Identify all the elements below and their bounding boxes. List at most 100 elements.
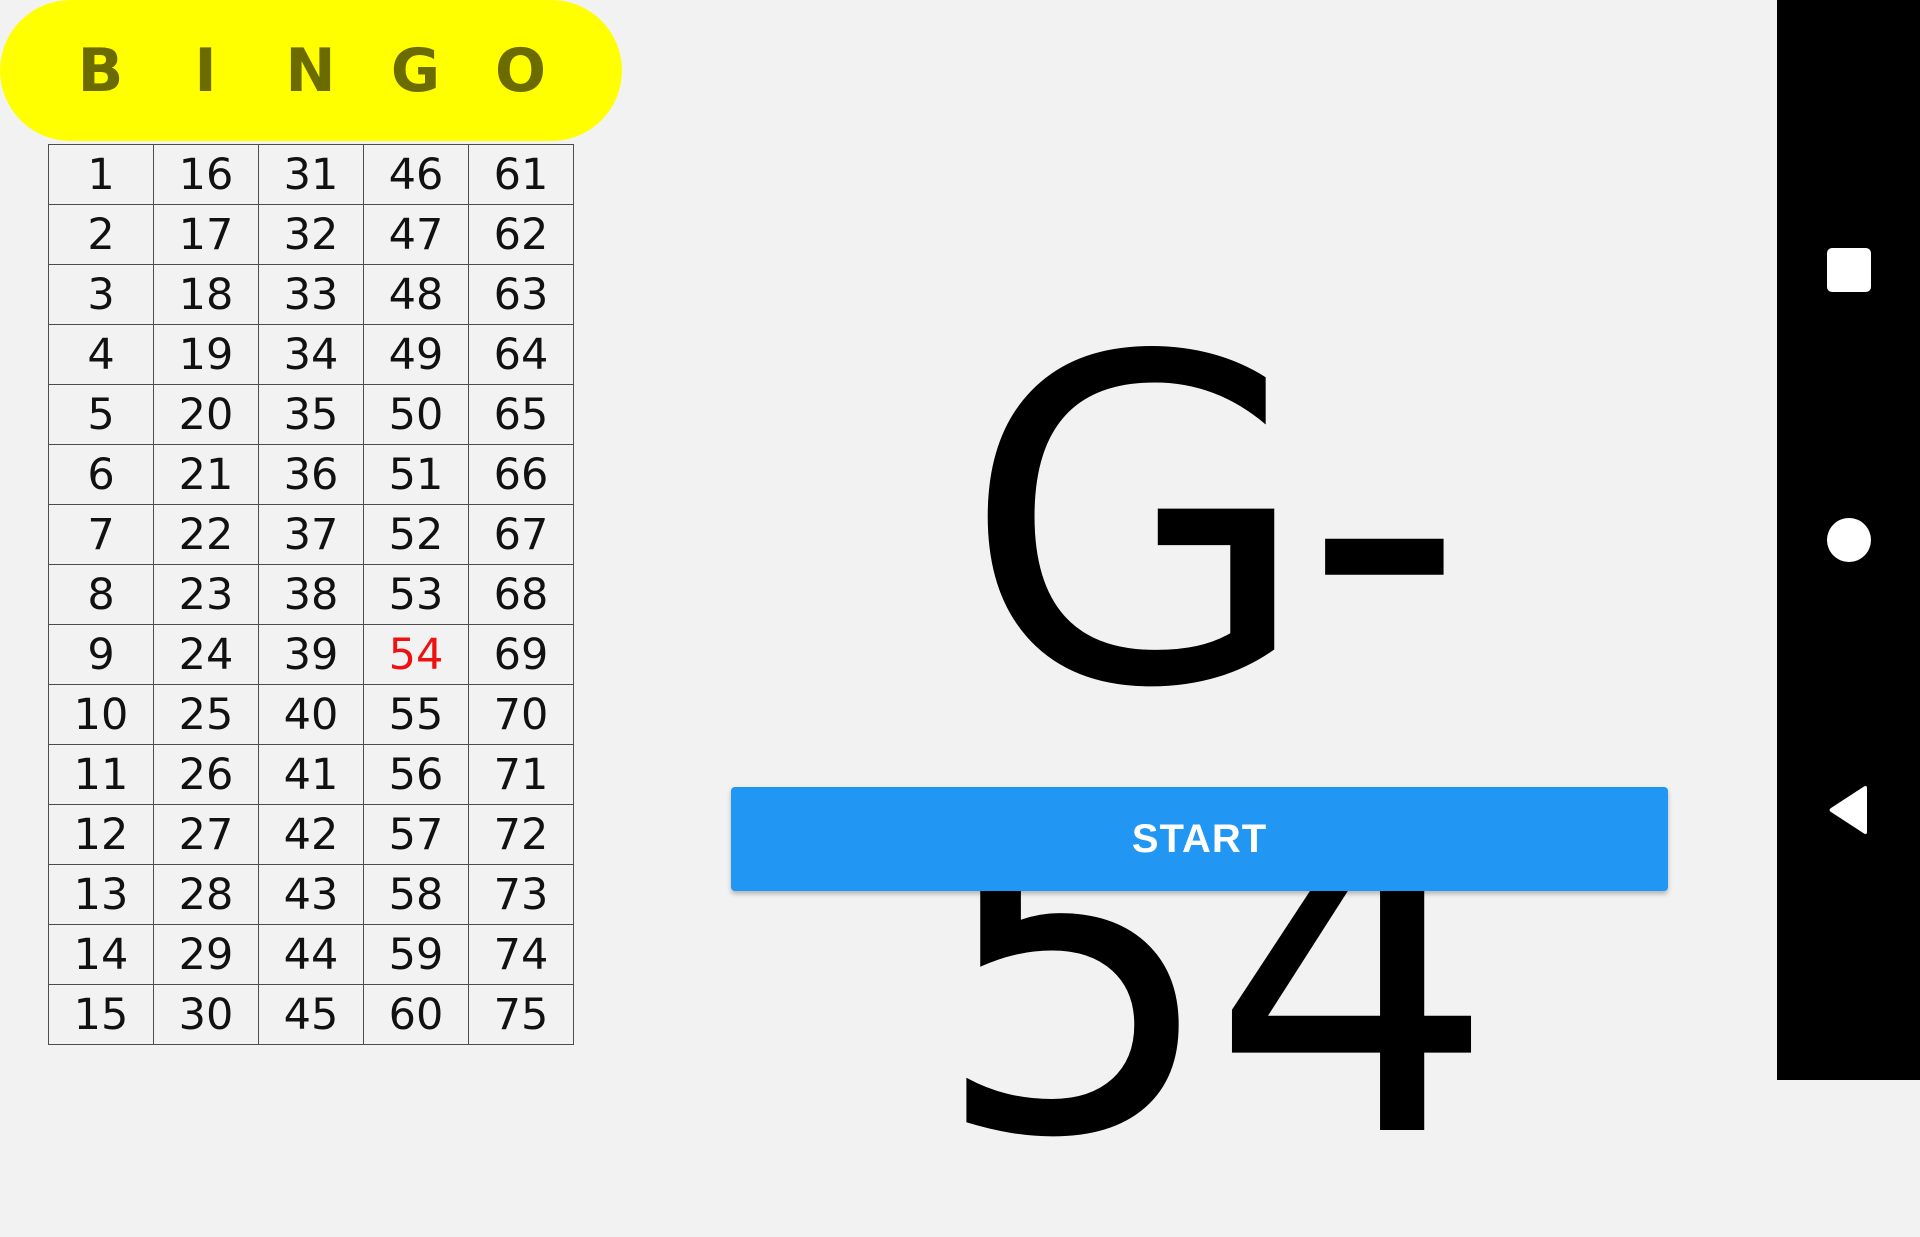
board-cell: 63 bbox=[468, 264, 574, 325]
board-cell: 24 bbox=[153, 624, 259, 685]
board-row: 3 18 33 48 63 bbox=[48, 264, 574, 325]
board-cell: 38 bbox=[258, 564, 364, 625]
board-cell: 19 bbox=[153, 324, 259, 385]
bingo-board: 1 16 31 46 61 2 17 32 47 62 3 18 33 48 63 4 19 34 49 64 5 20 3… bbox=[48, 144, 574, 1045]
board-row: 10 25 40 55 70 bbox=[48, 684, 574, 745]
board-cell: 46 bbox=[363, 144, 469, 205]
board-cell: 61 bbox=[468, 144, 574, 205]
board-cell: 42 bbox=[258, 804, 364, 865]
board-row: 12 27 42 57 72 bbox=[48, 804, 574, 865]
header-letter-n: N bbox=[285, 35, 336, 106]
board-row: 2 17 32 47 62 bbox=[48, 204, 574, 265]
home-circle-icon bbox=[1826, 518, 1871, 562]
board-cell: 72 bbox=[468, 804, 574, 865]
board-cell: 45 bbox=[258, 984, 364, 1045]
board-row: 1 16 31 46 61 bbox=[48, 144, 574, 205]
header-letter-i: I bbox=[194, 35, 217, 106]
board-row: 11 26 41 56 71 bbox=[48, 744, 574, 805]
board-cell: 55 bbox=[363, 684, 469, 745]
board-cell: 16 bbox=[153, 144, 259, 205]
board-cell: 30 bbox=[153, 984, 259, 1045]
board-cell: 21 bbox=[153, 444, 259, 505]
board-cell: 14 bbox=[48, 924, 154, 985]
header-letter-o: O bbox=[494, 35, 546, 106]
board-cell: 6 bbox=[48, 444, 154, 505]
board-cell: 23 bbox=[153, 564, 259, 625]
board-row: 13 28 43 58 73 bbox=[48, 864, 574, 925]
current-call-display: G-54 bbox=[931, 263, 1497, 1237]
board-cell: 69 bbox=[468, 624, 574, 685]
board-cell: 26 bbox=[153, 744, 259, 805]
board-row: 5 20 35 50 65 bbox=[48, 384, 574, 445]
header-letter-g: G bbox=[390, 35, 441, 106]
board-cell: 43 bbox=[258, 864, 364, 925]
board-cell: 49 bbox=[363, 324, 469, 385]
board-cell: 36 bbox=[258, 444, 364, 505]
board-cell: 31 bbox=[258, 144, 364, 205]
board-cell: 29 bbox=[153, 924, 259, 985]
board-cell: 39 bbox=[258, 624, 364, 685]
board-cell: 60 bbox=[363, 984, 469, 1045]
board-cell: 57 bbox=[363, 804, 469, 865]
board-cell: 73 bbox=[468, 864, 574, 925]
board-cell: 65 bbox=[468, 384, 574, 445]
board-cell: 13 bbox=[48, 864, 154, 925]
board-cell: 48 bbox=[363, 264, 469, 325]
board-cell: 71 bbox=[468, 744, 574, 805]
board-cell-called: 54 bbox=[363, 624, 469, 685]
board-row: 9 24 39 54 69 bbox=[48, 624, 574, 685]
system-nav-bar bbox=[1777, 0, 1920, 1080]
board-cell: 4 bbox=[48, 324, 154, 385]
board-cell: 59 bbox=[363, 924, 469, 985]
board-cell: 10 bbox=[48, 684, 154, 745]
board-cell: 37 bbox=[258, 504, 364, 565]
back-button[interactable] bbox=[1777, 750, 1920, 870]
board-cell: 27 bbox=[153, 804, 259, 865]
board-cell: 17 bbox=[153, 204, 259, 265]
board-row: 14 29 44 59 74 bbox=[48, 924, 574, 985]
board-cell: 8 bbox=[48, 564, 154, 625]
board-cell: 33 bbox=[258, 264, 364, 325]
board-cell: 64 bbox=[468, 324, 574, 385]
board-cell: 44 bbox=[258, 924, 364, 985]
board-row: 15 30 45 60 75 bbox=[48, 984, 574, 1045]
board-cell: 67 bbox=[468, 504, 574, 565]
board-cell: 70 bbox=[468, 684, 574, 745]
board-cell: 68 bbox=[468, 564, 574, 625]
start-button[interactable]: START bbox=[731, 787, 1668, 891]
board-cell: 66 bbox=[468, 444, 574, 505]
board-cell: 1 bbox=[48, 144, 154, 205]
board-cell: 52 bbox=[363, 504, 469, 565]
board-cell: 50 bbox=[363, 384, 469, 445]
board-cell: 53 bbox=[363, 564, 469, 625]
bingo-header: B I N G O bbox=[0, 0, 622, 141]
board-cell: 15 bbox=[48, 984, 154, 1045]
board-cell: 34 bbox=[258, 324, 364, 385]
board-cell: 74 bbox=[468, 924, 574, 985]
board-cell: 51 bbox=[363, 444, 469, 505]
board-cell: 11 bbox=[48, 744, 154, 805]
recents-square-icon bbox=[1826, 248, 1871, 292]
board-cell: 32 bbox=[258, 204, 364, 265]
home-button[interactable] bbox=[1777, 480, 1920, 600]
board-cell: 22 bbox=[153, 504, 259, 565]
board-cell: 58 bbox=[363, 864, 469, 925]
board-cell: 62 bbox=[468, 204, 574, 265]
board-row: 8 23 38 53 68 bbox=[48, 564, 574, 625]
board-row: 6 21 36 51 66 bbox=[48, 444, 574, 505]
board-cell: 12 bbox=[48, 804, 154, 865]
board-cell: 18 bbox=[153, 264, 259, 325]
board-cell: 75 bbox=[468, 984, 574, 1045]
board-cell: 25 bbox=[153, 684, 259, 745]
board-cell: 28 bbox=[153, 864, 259, 925]
board-cell: 9 bbox=[48, 624, 154, 685]
board-cell: 41 bbox=[258, 744, 364, 805]
board-cell: 3 bbox=[48, 264, 154, 325]
board-row: 4 19 34 49 64 bbox=[48, 324, 574, 385]
board-cell: 20 bbox=[153, 384, 259, 445]
recents-button[interactable] bbox=[1777, 210, 1920, 330]
board-cell: 35 bbox=[258, 384, 364, 445]
board-row: 7 22 37 52 67 bbox=[48, 504, 574, 565]
board-cell: 7 bbox=[48, 504, 154, 565]
board-cell: 56 bbox=[363, 744, 469, 805]
